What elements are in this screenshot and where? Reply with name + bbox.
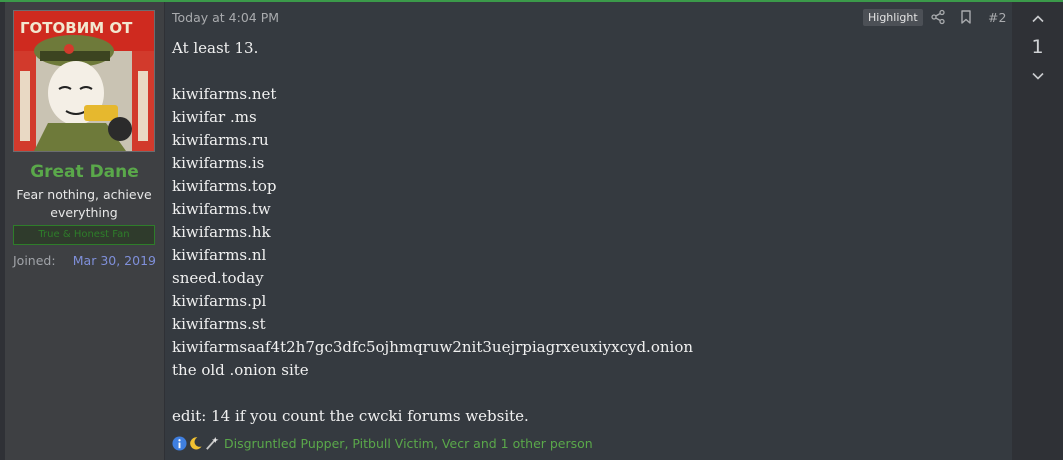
post-timestamp[interactable]: Today at 4:04 PM (172, 10, 279, 25)
post-line (172, 382, 992, 405)
post-line: kiwifarms.top (172, 177, 277, 195)
moon-icon (190, 436, 202, 449)
user-banner: True & Honest Fan (13, 225, 155, 245)
post-line: kiwifarms.st (172, 315, 266, 333)
user-title: Fear nothing, achieve everything (16, 187, 152, 220)
post-line: kiwifarms.is (172, 154, 265, 172)
highlight-badge: Highlight (863, 9, 923, 26)
post-line (172, 60, 992, 83)
info-icon (172, 435, 187, 451)
post-line: kiwifarmsaaf4t2h7gc3dfc5ojhmqruw2nit3uej… (172, 338, 694, 356)
bookmark-icon[interactable] (958, 9, 974, 25)
share-icon[interactable] (930, 9, 946, 25)
post-line: edit: 14 if you count the cwcki forums w… (172, 407, 529, 425)
post-line: At least 13. (172, 39, 259, 57)
joined-label: Joined: (13, 253, 56, 268)
avatar[interactable]: ГОТОВИМ ОТ (13, 10, 155, 152)
post-content: At least 13. kiwifarms.net kiwifar .ms kiwi… (172, 37, 992, 428)
vote-count: 1 (1031, 36, 1044, 58)
post-line: kiwifar .ms (172, 108, 257, 126)
post-line: kiwifarms.tw (172, 200, 271, 218)
reaction-users[interactable]: Disgruntled Pupper, Pitbull Victim, Vecr… (224, 436, 593, 451)
post-line: sneed.today (172, 269, 264, 287)
post-line: the old .onion site (172, 361, 309, 379)
vote-rail: 1 (1012, 2, 1063, 460)
chevron-up-icon[interactable] (1030, 11, 1046, 27)
post-line: kiwifarms.net (172, 85, 277, 103)
post-number[interactable]: #2 (988, 10, 1006, 25)
avatar-image: ГОТОВИМ ОТ (14, 11, 154, 151)
chevron-down-icon[interactable] (1030, 68, 1046, 84)
post-line: kiwifarms.nl (172, 246, 267, 264)
wand-icon (206, 436, 219, 450)
username[interactable]: Great Dane (5, 162, 164, 182)
message-body: Today at 4:04 PM Highlight #2 At least 1… (165, 2, 1012, 460)
post-line: kiwifarms.pl (172, 292, 267, 310)
reactions-bar[interactable]: Disgruntled Pupper, Pitbull Victim, Vecr… (172, 434, 593, 452)
joined-date: Mar 30, 2019 (72, 253, 156, 268)
avatar-caption: ГОТОВИМ ОТ (20, 19, 133, 37)
user-panel: ГОТОВИМ ОТ Great Dane Fear nothing, achi… (5, 2, 164, 460)
post-line: kiwifarms.ru (172, 131, 269, 149)
post-line: kiwifarms.hk (172, 223, 271, 241)
